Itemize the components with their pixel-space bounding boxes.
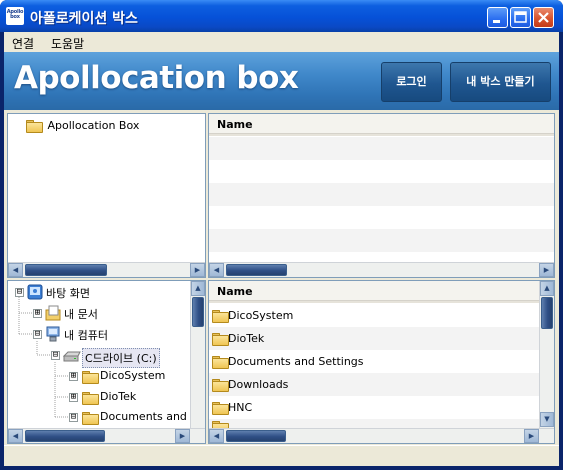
list-item-label: Downloads [228,378,289,391]
my-computer-icon [46,326,60,342]
list-item[interactable]: Downloads [209,373,539,396]
tree-node-apollocation-box[interactable]: Apollocation Box [26,118,140,133]
local-tree-pane[interactable]: ⊟ 바탕 화면 ⊞ 내 문서 ⊟ 내 컴퓨터 ⊟ C드라이브 (C:) ⊞ Di… [7,280,206,444]
tree-node-label-c-drive[interactable]: C드라이브 (C:) [82,348,160,368]
tree-expander[interactable]: ⊟ [51,351,60,360]
scroll-down-icon[interactable]: ▼ [540,412,554,427]
scroll-right-icon[interactable]: ▶ [190,263,205,277]
tree-expander[interactable]: ⊟ [33,330,42,339]
vertical-scrollbar[interactable]: ▲ [190,281,205,428]
login-button[interactable]: 로그인 [381,62,442,102]
minimize-icon [493,20,500,23]
horizontal-scrollbar[interactable]: ◀ ▶ [8,428,205,443]
client-area: 연결 도움말 Apollocation box 로그인 내 박스 만들기 Apo… [4,32,559,466]
tree-node-label-dicosystem[interactable]: DicoSystem [100,369,165,382]
list-item[interactable]: Documents and Settings [209,350,539,373]
list-item-label: DioTek [228,332,265,345]
horizontal-scrollbar[interactable]: ◀ ▶ [8,262,205,277]
list-item[interactable]: HNC [209,396,539,419]
folder-icon [212,333,229,346]
list-item[interactable]: DicoSystem [209,304,539,327]
list-item[interactable] [209,419,539,434]
minimize-button[interactable] [487,7,508,28]
application-window: Apollo box 아폴로케이션 박스 연결 도움말 Apollocation… [0,0,563,470]
folder-icon [82,392,99,405]
scroll-right-icon[interactable]: ▶ [175,429,190,443]
scroll-up-icon[interactable]: ▲ [191,281,205,296]
tree-node-label-my-computer[interactable]: 내 컴퓨터 [64,327,108,343]
scroll-thumb[interactable] [25,264,107,276]
scroll-thumb[interactable] [192,297,204,327]
maximize-button[interactable] [510,7,531,28]
tree-expander[interactable]: ⊞ [69,372,78,381]
scroll-up-icon[interactable]: ▲ [540,281,554,296]
folder-icon [212,310,229,323]
list-item[interactable]: DioTek [209,327,539,350]
folder-icon [212,379,229,392]
make-my-box-button[interactable]: 내 박스 만들기 [450,62,551,102]
scroll-left-icon[interactable]: ◀ [209,429,224,443]
window-title: 아폴로케이션 박스 [30,11,138,27]
tree-node-label-my-documents[interactable]: 내 문서 [64,306,98,322]
scroll-left-icon[interactable]: ◀ [209,263,224,277]
tree-expander[interactable]: ⊞ [69,393,78,402]
column-header-name[interactable]: Name [209,114,554,136]
folder-icon [212,356,229,369]
title-bar[interactable]: Apollo box 아폴로케이션 박스 [0,0,563,32]
menu-connect[interactable]: 연결 [12,35,34,52]
tree-node-label-desktop[interactable]: 바탕 화면 [46,285,90,301]
scroll-right-icon[interactable]: ▶ [524,429,539,443]
close-icon [538,12,549,23]
list-row-empty [209,183,554,206]
tree-node-label-documents[interactable]: Documents and [100,410,187,423]
list-row-empty [209,137,554,160]
desktop-icon [27,284,43,300]
local-file-list-pane[interactable]: Name DicoSystem DioTek Documents and Set… [208,280,555,444]
scroll-thumb[interactable] [541,297,553,329]
horizontal-scrollbar[interactable]: ◀ ▶ [209,428,554,443]
banner: Apollocation box 로그인 내 박스 만들기 [4,52,559,110]
menu-bar: 연결 도움말 [4,32,559,52]
app-logo-icon: Apollo box [6,7,24,25]
drive-icon [63,351,81,362]
list-item-label: Documents and Settings [228,355,364,368]
folder-icon [212,402,229,415]
scroll-left-icon[interactable]: ◀ [8,263,23,277]
close-button[interactable] [533,7,554,28]
scroll-thumb[interactable] [226,430,286,442]
scroll-thumb[interactable] [25,430,105,442]
folder-icon [82,412,99,425]
column-header-name[interactable]: Name [209,281,539,303]
folder-icon [26,119,43,133]
list-item-label: HNC [228,401,253,414]
remote-tree-pane[interactable]: Apollocation Box ◀ ▶ [7,113,206,278]
scroll-left-icon[interactable]: ◀ [8,429,23,443]
menu-help[interactable]: 도움말 [51,35,84,52]
tree-expander[interactable]: ⊟ [69,413,78,422]
scroll-thumb[interactable] [226,264,287,276]
tree-expander[interactable]: ⊟ [15,288,24,297]
tree-node-label-diotek[interactable]: DioTek [100,390,136,403]
folder-icon [82,371,99,384]
tree-node-label: Apollocation Box [47,118,140,132]
list-item-label: DicoSystem [228,309,294,322]
vertical-scrollbar[interactable]: ▲ ▼ [539,281,554,428]
horizontal-scrollbar[interactable]: ◀ ▶ [209,262,554,277]
tree-expander[interactable]: ⊞ [33,309,42,318]
list-row-empty [209,229,554,252]
banner-logo-title: Apollocation box [14,60,299,96]
maximize-icon [514,11,527,23]
remote-file-list-pane[interactable]: Name ◀ ▶ [208,113,555,278]
scroll-right-icon[interactable]: ▶ [539,263,554,277]
status-bar [4,445,559,466]
my-documents-icon [45,305,61,321]
